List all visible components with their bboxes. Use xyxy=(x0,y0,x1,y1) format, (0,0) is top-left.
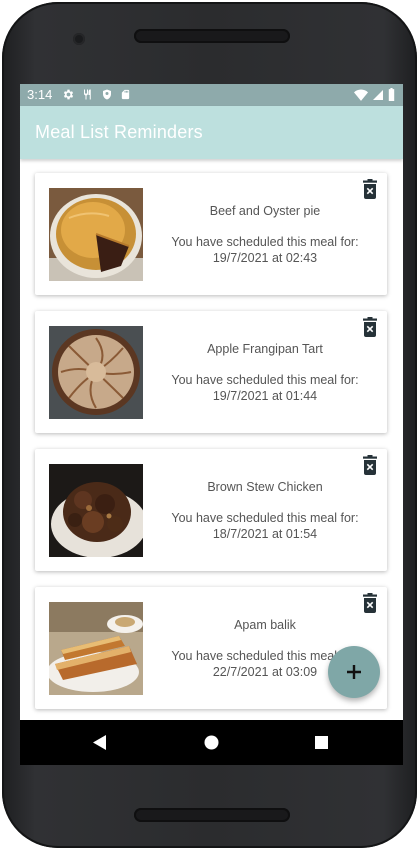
gear-icon xyxy=(63,89,74,100)
back-icon xyxy=(93,735,106,750)
schedule-label: You have scheduled this meal for: xyxy=(171,373,359,387)
signal-icon xyxy=(373,89,383,100)
meal-thumbnail xyxy=(49,602,143,695)
tart-photo xyxy=(49,326,143,419)
status-time: 3:14 xyxy=(27,87,53,102)
schedule-label: You have scheduled this meal for: xyxy=(171,235,359,249)
earpiece-speaker xyxy=(134,29,290,43)
meal-card[interactable]: Apple Frangipan Tart You have scheduled … xyxy=(35,311,387,433)
meal-thumbnail xyxy=(49,188,143,281)
meal-card[interactable]: Apam balik You have scheduled this meal … xyxy=(35,587,387,709)
delete-forever-icon xyxy=(363,593,377,613)
delete-forever-icon xyxy=(363,179,377,199)
schedule-label: You have scheduled this meal for: xyxy=(171,511,359,525)
delete-forever-icon xyxy=(363,455,377,475)
delete-button[interactable] xyxy=(361,593,379,613)
app-bar: Meal List Reminders xyxy=(20,106,403,159)
battery-icon xyxy=(388,88,395,101)
schedule-time: 18/7/2021 at 01:54 xyxy=(212,527,318,541)
meal-card[interactable]: Brown Stew Chicken You have scheduled th… xyxy=(35,449,387,571)
pie-photo xyxy=(49,188,143,281)
status-icons-left xyxy=(62,88,131,101)
meal-list[interactable]: Beef and Oyster pie You have scheduled t… xyxy=(20,159,403,720)
screen: 3:14 Meal List Reminders Beef and Oyster… xyxy=(20,84,403,765)
home-icon xyxy=(204,735,219,750)
plus-icon xyxy=(347,665,361,679)
delete-button[interactable] xyxy=(361,455,379,475)
schedule-time: 19/7/2021 at 01:44 xyxy=(212,389,318,403)
nav-back-button[interactable] xyxy=(93,735,107,755)
meal-name: Apam balik xyxy=(234,618,296,632)
phone-frame: 3:14 Meal List Reminders Beef and Oyster… xyxy=(2,2,417,848)
meal-name: Brown Stew Chicken xyxy=(207,480,323,494)
delete-button[interactable] xyxy=(361,179,379,199)
meal-name: Beef and Oyster pie xyxy=(209,204,321,218)
delete-button[interactable] xyxy=(361,317,379,337)
nav-home-button[interactable] xyxy=(204,735,219,755)
schedule-time: 19/7/2021 at 02:43 xyxy=(212,251,318,265)
delete-forever-icon xyxy=(363,317,377,337)
status-bar: 3:14 xyxy=(20,84,403,106)
wifi-icon xyxy=(354,88,368,101)
recents-icon xyxy=(315,736,328,749)
pancake-photo xyxy=(49,602,143,695)
meal-thumbnail xyxy=(49,464,143,557)
app-title: Meal List Reminders xyxy=(35,122,203,142)
meal-card[interactable]: Beef and Oyster pie You have scheduled t… xyxy=(35,173,387,295)
front-camera xyxy=(73,33,85,45)
meal-name: Apple Frangipan Tart xyxy=(207,342,323,356)
nav-recents-button[interactable] xyxy=(315,736,328,754)
navigation-bar xyxy=(20,720,403,765)
restaurant-icon xyxy=(83,89,91,100)
stew-photo xyxy=(49,464,143,557)
sd-card-icon xyxy=(121,89,130,100)
status-icons-right xyxy=(354,88,395,101)
bottom-speaker xyxy=(134,808,290,822)
meal-thumbnail xyxy=(49,326,143,419)
add-meal-button[interactable] xyxy=(328,646,380,698)
shield-icon xyxy=(103,89,111,100)
